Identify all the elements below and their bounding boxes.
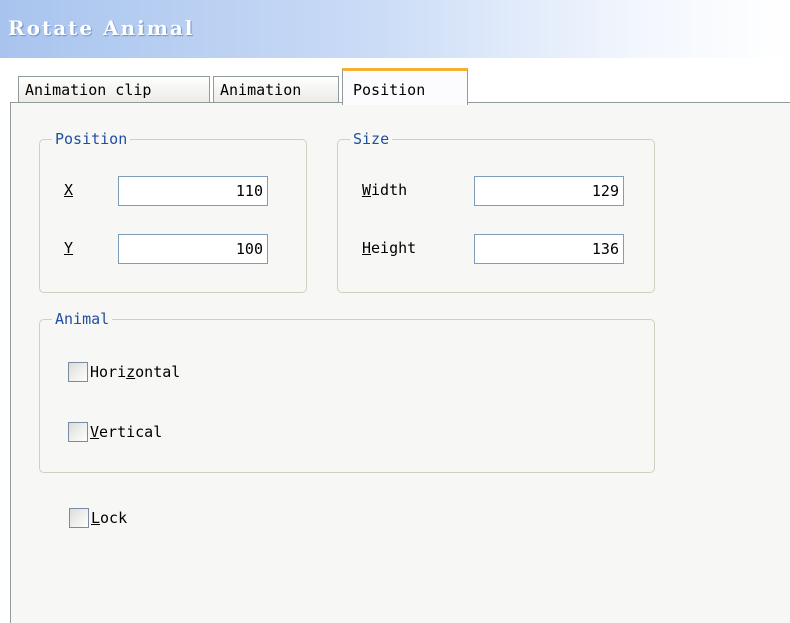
horizontal-label[interactable]: Horizontal bbox=[90, 362, 180, 382]
animal-group-legend: Animal bbox=[52, 310, 113, 328]
x-label: X bbox=[64, 181, 74, 199]
position-group: Position X Y bbox=[39, 130, 307, 293]
lock-mnemonic: L bbox=[91, 509, 101, 527]
height-label: Height bbox=[362, 238, 416, 258]
width-label-rest: idth bbox=[371, 181, 408, 199]
tab-animation[interactable]: Animation bbox=[213, 76, 339, 102]
y-label: Y bbox=[64, 239, 74, 257]
width-field[interactable] bbox=[474, 176, 624, 206]
tab-animation-clip[interactable]: Animation clip bbox=[18, 76, 210, 102]
vertical-checkbox[interactable] bbox=[68, 422, 88, 442]
size-group-legend: Size bbox=[350, 130, 393, 148]
title-bar[interactable]: Rotate Animal bbox=[0, 0, 790, 58]
vertical-mnemonic: V bbox=[90, 423, 100, 441]
vertical-label[interactable]: Vertical bbox=[90, 422, 162, 442]
tab-position[interactable]: Position bbox=[342, 68, 468, 105]
tab-panel: Position X Y Size Width Height Animal Ho… bbox=[10, 102, 790, 623]
height-label-rest: eight bbox=[371, 239, 417, 257]
horizontal-mnemonic: z bbox=[126, 363, 136, 381]
width-mnemonic: W bbox=[362, 181, 372, 199]
width-label: Width bbox=[362, 180, 407, 200]
x-field[interactable] bbox=[118, 176, 268, 206]
horizontal-checkbox[interactable] bbox=[68, 362, 88, 382]
lock-checkbox[interactable] bbox=[69, 508, 89, 528]
horizontal-label-post: ontal bbox=[135, 363, 181, 381]
height-mnemonic: H bbox=[362, 239, 372, 257]
lock-label[interactable]: Lock bbox=[91, 508, 127, 528]
horizontal-label-pre: Hori bbox=[90, 363, 127, 381]
window-title: Rotate Animal bbox=[8, 16, 195, 40]
y-field[interactable] bbox=[118, 234, 268, 264]
lock-label-post: ock bbox=[100, 509, 128, 527]
height-field[interactable] bbox=[474, 234, 624, 264]
animal-group: Animal Horizontal Vertical bbox=[39, 310, 655, 473]
position-group-legend: Position bbox=[52, 130, 131, 148]
vertical-label-post: ertical bbox=[99, 423, 163, 441]
size-group: Size Width Height bbox=[337, 130, 655, 293]
